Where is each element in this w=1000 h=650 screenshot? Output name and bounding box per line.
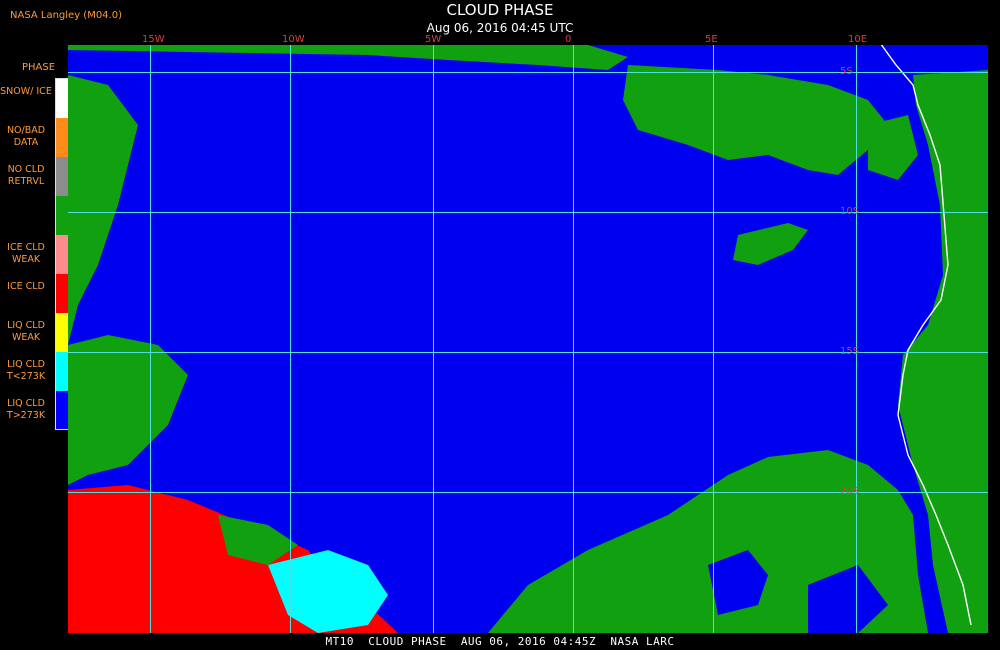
meridian-gridline [856,45,857,633]
source-label: NASA Langley (M04.0) [10,10,122,21]
legend-label: ICE CLD WEAK [7,242,45,265]
legend-heading: PHASE [22,62,56,73]
longitude-label: 0 [565,34,572,45]
longitude-label: 15W [142,34,165,45]
map-canvas [68,45,988,633]
meridian-gridline [713,45,714,633]
latitude-label: 20S [840,486,860,497]
clear-patch-gulf [623,65,888,175]
legend-label: SNOW/ ICE [0,86,52,97]
longitude-label: 10E [848,34,868,45]
legend-label: LIQ CLD T<273K [6,359,46,382]
map-title: CLOUD PHASE [446,1,554,19]
latitude-label: 15S [840,346,860,357]
legend-label: NO CLD RETRVL [7,164,45,187]
longitude-label: 10W [282,34,305,45]
meridian-gridline [290,45,291,633]
meridian-gridline [573,45,574,633]
latitude-label: 5S [840,66,853,77]
meridian-gridline [150,45,151,633]
longitude-label: 5E [705,34,718,45]
legend-label: LIQ CLD T>273K [6,398,46,421]
clear-patch-west-lower [68,335,188,485]
clear-patch-island [733,223,808,265]
footer-caption: MT10 CLOUD PHASE AUG 06, 2016 04:45Z NAS… [325,635,675,648]
cloud-layer [68,485,398,633]
longitude-label: 5W [425,34,442,45]
latitude-label: 10S [840,206,860,217]
clear-patch-north [68,45,628,70]
clear-patch-west [68,75,138,345]
cloud-phase-map [68,45,988,633]
map-timestamp: Aug 06, 2016 04:45 UTC [426,21,574,35]
clear-patch-coast [868,115,918,180]
legend-label: LIQ CLD WEAK [7,320,45,343]
legend-label: ICE CLD [7,281,45,292]
meridian-gridline [433,45,434,633]
legend-label: NO/BAD DATA [6,125,46,148]
